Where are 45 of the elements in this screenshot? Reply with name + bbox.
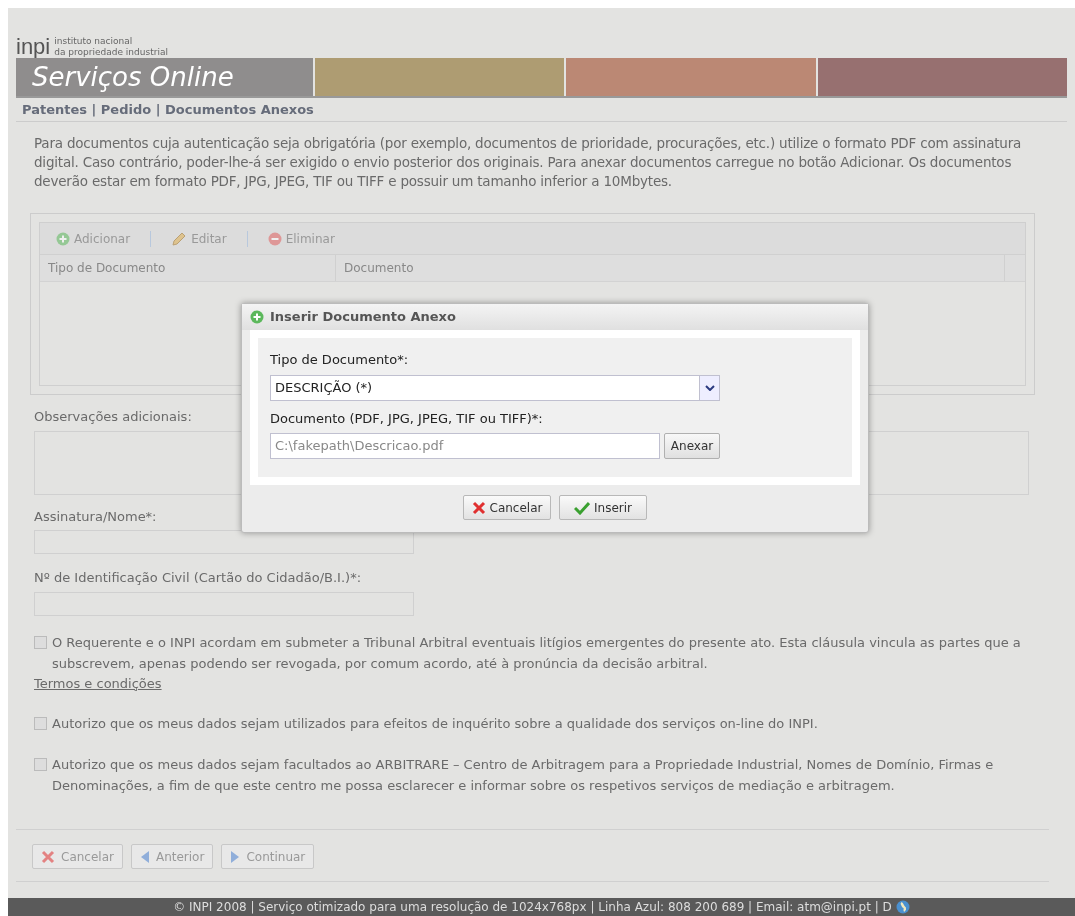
pencil-icon	[171, 230, 188, 247]
right-triangle-icon	[230, 849, 241, 864]
signature-field[interactable]	[34, 530, 414, 554]
nav-button[interactable]: Continuar	[221, 844, 315, 869]
agreement-text: Autorizo que os meus dados sejam facultados ao ARBITRARE – Centro de Arbitragem para a Propriedade Industrial, Nomes de Domínio, Firmas e Denominações, a fim de que este centro me possa esclarecer e informar sobre os respetivos serviços de mediação e arbitragem.	[52, 756, 995, 795]
checkbox[interactable]	[34, 717, 47, 730]
banner-title: Serviços Online	[32, 60, 234, 94]
minus-icon	[267, 231, 282, 246]
chevron-down-icon	[704, 384, 715, 391]
toolbar-button[interactable]: Editar	[167, 229, 231, 248]
plus-icon	[56, 231, 70, 246]
cross-icon	[471, 500, 486, 515]
toolbar-button[interactable]: Adicionar	[52, 229, 135, 248]
footer-text: © INPI 2008 | Serviço otimizado para uma resolução de 1024x768px | Linha Azul: 808 200 689 | Email: atm@inpi.pt | D	[173, 899, 892, 916]
dialog-button[interactable]: Cancelar	[463, 495, 551, 520]
intro-text: Para documentos cuja autenticação seja obrigatória (por exemplo, documentos de prioridade, procurações, etc.) utilize o formato PDF com assinatura digital. Caso contrário, poder-lhe-á ser exigido o envio posterior dos originais. Para anexar documentos carregue no botão Adicionar. Os documentos deverão estar em formato PDF, JPG, JPEG, TIF ou TIFF e possuir um tamanho inferior a 10Mbytes.	[34, 134, 1023, 191]
dialog-button[interactable]: Inserir	[559, 495, 647, 520]
nav-button[interactable]: Anterior	[130, 844, 214, 869]
dialog-title: Inserir Documento Anexo	[270, 308, 456, 327]
toolbar-button[interactable]: Eliminar	[263, 229, 339, 248]
field-label: Observações adicionais:	[34, 408, 192, 426]
column-header: Tipo de Documento	[40, 255, 336, 281]
logo-line: da propriedade industrial	[54, 47, 168, 58]
field-label: Nº de Identificação Civil (Cartão do Cidadão/B.I.)*:	[34, 569, 361, 587]
check-icon	[574, 500, 590, 515]
attach-button[interactable]: Anexar	[664, 433, 720, 459]
globe-icon	[895, 900, 910, 914]
left-triangle-icon	[139, 849, 150, 864]
document-type-select[interactable]: DESCRIÇÃO (*)	[270, 374, 720, 401]
field-label: Assinatura/Nome*:	[34, 507, 157, 526]
terms-link[interactable]: Termos e condições	[34, 673, 162, 693]
agreement-text: O Requerente e o INPI acordam em submeter a Tribunal Arbitral eventuais litígios emergentes do presente ato. Esta cláusula vincula as partes que a subscrevem, apenas podendo ser revogada, por comum acordo, até à pronúncia da decisão arbitral.	[52, 633, 1022, 673]
logo-line: instituto nacional	[54, 36, 134, 47]
breadcrumb: Patentes | Pedido | Documentos Anexos	[22, 100, 314, 119]
nav-button[interactable]: Cancelar	[32, 844, 123, 869]
checkbox[interactable]	[34, 635, 47, 649]
column-header: Documento	[336, 255, 1005, 281]
agreement-text: Autorizo que os meus dados sejam utilizados para efeitos de inquérito sobre a qualidade dos serviços on-line do INPI.	[52, 715, 819, 733]
file-path-field[interactable]: C:\fakepath\Descricao.pdf	[270, 433, 660, 459]
field-label: Tipo de Documento*:	[270, 351, 409, 369]
plus-icon	[250, 310, 264, 324]
logo-mark: inpi	[16, 36, 51, 58]
cross-icon	[41, 849, 55, 864]
checkbox[interactable]	[34, 758, 47, 771]
field-label: Documento (PDF, JPG, JPEG, TIF ou TIFF)*:	[270, 409, 543, 428]
